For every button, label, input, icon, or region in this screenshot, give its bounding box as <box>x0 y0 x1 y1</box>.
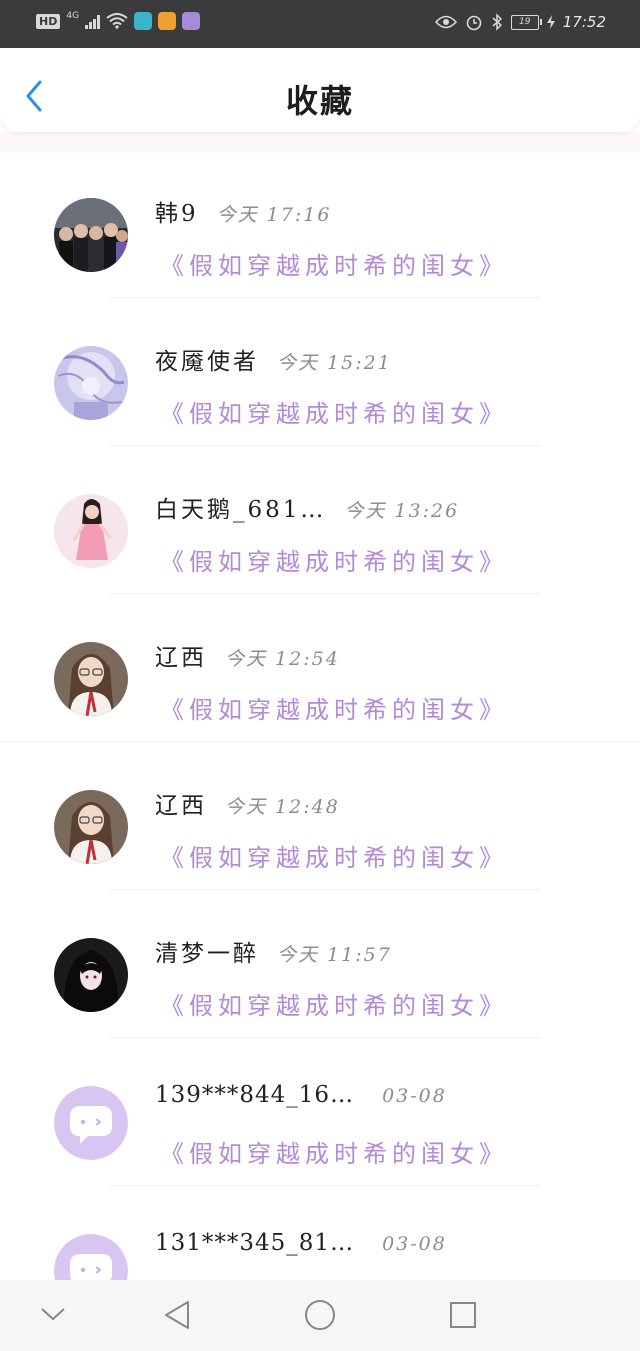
eye-icon <box>434 15 457 29</box>
book-title[interactable]: 《假如穿越成时希的闺女》 <box>160 1134 508 1169</box>
list-item[interactable]: 139***844_16… 03-08 《假如穿越成时希的闺女》 <box>0 1038 640 1186</box>
item-meta: 韩9 今天 17:16 <box>155 194 331 228</box>
nav-back-button[interactable] <box>160 1298 194 1336</box>
user-name: 辽西 <box>155 645 207 671</box>
avatar[interactable] <box>54 938 128 1012</box>
list-item[interactable]: 辽西 今天 12:48 《假如穿越成时希的闺女》 <box>0 742 640 890</box>
item-time: 今天 12:48 <box>225 796 340 818</box>
network-type: 4G <box>66 11 80 21</box>
user-name: 139***844_16… <box>155 1082 355 1108</box>
item-time: 03-08 <box>382 1233 447 1255</box>
item-time: 今天 15:21 <box>277 352 392 374</box>
list-item[interactable]: 清梦一醉 今天 11:57 《假如穿越成时希的闺女》 <box>0 890 640 1038</box>
circle-home-icon <box>305 1300 335 1330</box>
nav-recents-button[interactable] <box>446 1298 480 1336</box>
item-meta: 辽西 今天 12:54 <box>155 638 340 672</box>
book-title[interactable]: 《假如穿越成时希的闺女》 <box>160 690 508 725</box>
page-title: 收藏 <box>285 82 354 120</box>
avatar[interactable] <box>54 790 128 864</box>
hide-nav-button[interactable] <box>38 1304 68 1328</box>
item-time: 03-08 <box>382 1085 447 1107</box>
avatar[interactable] <box>54 642 128 716</box>
avatar[interactable] <box>54 198 128 272</box>
system-nav-bar <box>0 1280 640 1351</box>
video-app-icon <box>158 12 177 30</box>
list-item[interactable]: 韩9 今天 17:16 《假如穿越成时希的闺女》 <box>0 150 640 298</box>
user-name: 韩9 <box>155 201 199 227</box>
user-name: 白天鹅_681… <box>155 497 327 523</box>
book-title[interactable]: 《假如穿越成时希的闺女》 <box>160 246 508 281</box>
wifi-icon <box>106 13 128 29</box>
list-item[interactable]: 辽西 今天 12:54 《假如穿越成时希的闺女》 <box>0 594 640 742</box>
list-item[interactable]: 夜魇使者 今天 15:21 《假如穿越成时希的闺女》 <box>0 298 640 446</box>
default-avatar[interactable] <box>54 1086 128 1160</box>
status-right: 19 17:52 <box>434 13 606 31</box>
status-time: 17:52 <box>562 13 606 31</box>
charging-icon <box>546 15 555 29</box>
book-title[interactable]: 《假如穿越成时希的闺女》 <box>160 542 508 577</box>
book-title[interactable]: 《假如穿越成时希的闺女》 <box>160 394 508 429</box>
favorites-list: 韩9 今天 17:16 《假如穿越成时希的闺女》 夜魇使者 今天 15:21 《… <box>0 150 640 1334</box>
item-meta: 131***345_81… 03-08 <box>155 1230 447 1256</box>
chat-bubble-icon <box>54 1086 128 1160</box>
item-time: 今天 11:57 <box>277 944 392 966</box>
item-meta: 清梦一醉 今天 11:57 <box>155 934 392 968</box>
user-name: 131***345_81… <box>155 1230 355 1256</box>
book-title[interactable]: 《假如穿越成时希的闺女》 <box>160 986 508 1021</box>
item-time: 今天 13:26 <box>344 500 460 522</box>
item-time: 今天 17:16 <box>216 204 332 226</box>
item-meta: 辽西 今天 12:48 <box>155 786 340 820</box>
list-item[interactable]: 白天鹅_681… 今天 13:26 《假如穿越成时希的闺女》 <box>0 446 640 594</box>
app-header: 收藏 <box>0 48 640 132</box>
user-name: 夜魇使者 <box>155 349 259 375</box>
user-name: 辽西 <box>155 793 207 819</box>
nav-home-button[interactable] <box>303 1298 337 1336</box>
music-app-icon <box>182 12 201 30</box>
bluetooth-icon <box>492 13 502 31</box>
signal-icon <box>85 13 101 29</box>
item-meta: 白天鹅_681… 今天 13:26 <box>155 490 459 524</box>
status-bar: HD 4G 19 17:52 <box>0 0 640 48</box>
avatar[interactable] <box>54 346 128 420</box>
item-meta: 139***844_16… 03-08 <box>155 1082 447 1108</box>
item-time: 今天 12:54 <box>225 648 340 670</box>
triangle-back-icon <box>165 1301 189 1329</box>
chevron-down-icon <box>41 1308 65 1321</box>
hd-badge: HD <box>36 13 61 29</box>
book-title[interactable]: 《假如穿越成时希的闺女》 <box>160 838 508 873</box>
square-recents-icon <box>450 1302 476 1328</box>
shield-app-icon <box>134 12 153 30</box>
battery-icon: 19 <box>510 14 542 30</box>
status-left: HD 4G <box>36 11 201 30</box>
item-meta: 夜魇使者 今天 15:21 <box>155 342 392 376</box>
alarm-icon <box>466 15 482 31</box>
header-spacer <box>0 132 640 152</box>
user-name: 清梦一醉 <box>155 941 259 967</box>
avatar[interactable] <box>54 494 128 568</box>
